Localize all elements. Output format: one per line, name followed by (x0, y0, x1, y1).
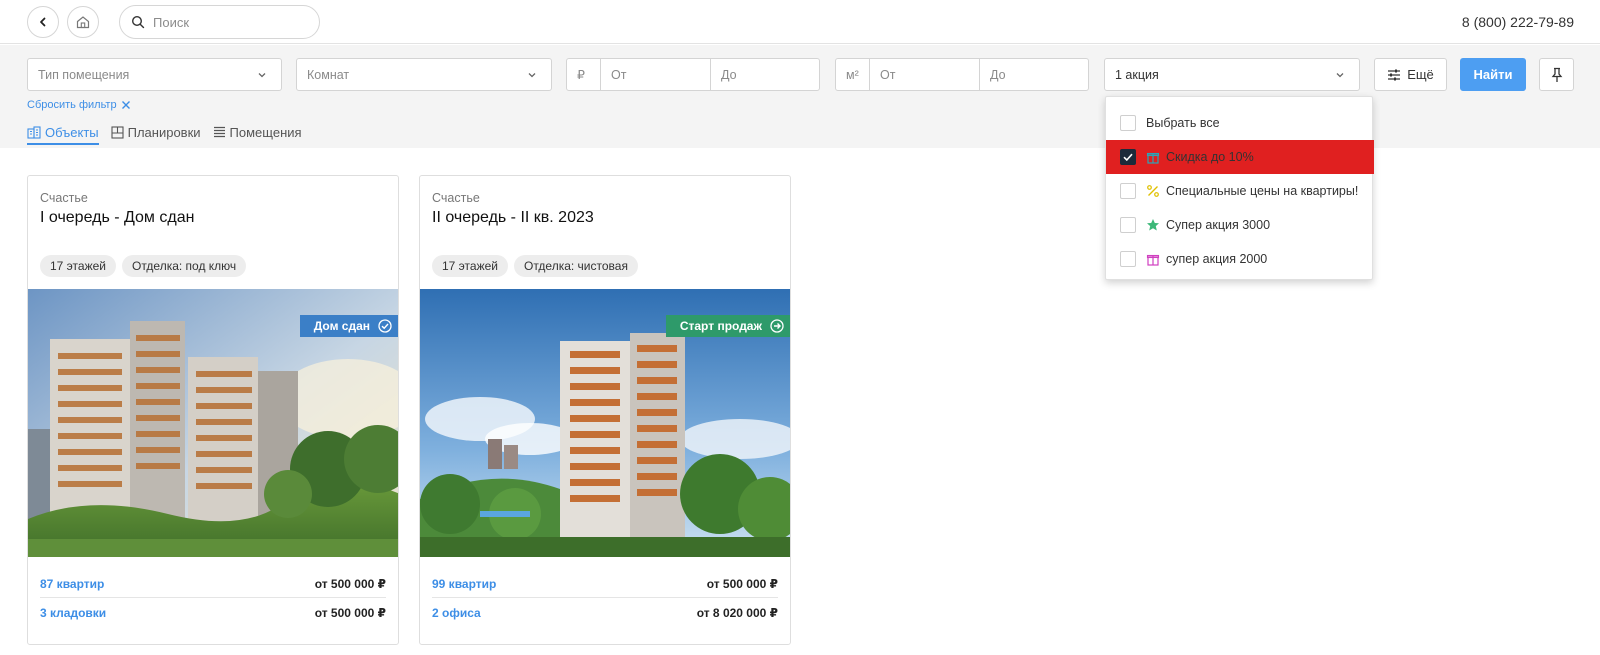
dropdown-option-super-2000[interactable]: супер акция 2000 (1106, 242, 1374, 276)
chip-finish: Отделка: чистовая (513, 255, 638, 277)
search-input[interactable] (153, 14, 303, 30)
close-icon (121, 101, 130, 109)
row-label[interactable]: 99 квартир (432, 577, 496, 591)
row-price: от 500 000 ₽ (314, 576, 386, 591)
chip-finish: Отделка: под ключ (121, 255, 247, 277)
status-badge: Дом сдан (299, 315, 398, 337)
checkbox[interactable] (1120, 115, 1136, 131)
row-price: от 8 020 000 ₽ (696, 606, 778, 620)
top-bar: 8 (800) 222-79-89 (0, 0, 1600, 44)
gift-icon (1146, 252, 1160, 266)
search-box[interactable] (119, 5, 320, 39)
arrow-right-circle-icon (770, 319, 784, 333)
reset-filter-label: Сбросить фильтр (27, 99, 117, 111)
row-label[interactable]: 3 кладовки (40, 606, 106, 620)
card-title[interactable]: I очередь - Дом сдан (40, 209, 194, 227)
dropdown-option-super-3000[interactable]: Супер акция 3000 (1106, 208, 1374, 242)
card-row[interactable]: 87 квартир от 500 000 ₽ (40, 570, 386, 598)
card-chips: 17 этажей Отделка: чистовая (432, 255, 638, 277)
status-badge: Старт продаж (665, 315, 790, 337)
card-subtitle: Счастье (40, 191, 88, 205)
pin-button[interactable] (1539, 58, 1574, 91)
checkbox[interactable] (1120, 217, 1136, 233)
building-icon (27, 126, 41, 139)
promo-dropdown: Выбрать все Скидка до 10% Специальные це… (1105, 96, 1374, 280)
sliders-icon (1388, 69, 1401, 80)
type-select[interactable]: Тип помещения (27, 58, 282, 91)
option-label: Специальные цены на квартиры! (1166, 184, 1359, 198)
object-card-1[interactable]: Счастье I очередь - Дом сдан 17 этажей О… (27, 175, 399, 645)
promo-select[interactable]: 1 акция (1104, 58, 1360, 91)
checkbox[interactable] (1120, 183, 1136, 199)
pin-icon (1551, 67, 1562, 82)
tab-layouts-label: Планировки (127, 124, 201, 140)
home-button[interactable] (67, 6, 99, 38)
area-unit: м² (846, 67, 859, 82)
option-label: Скидка до 10% (1166, 150, 1254, 164)
status-badge-label: Старт продаж (679, 319, 762, 333)
list-icon (213, 126, 225, 138)
area-from-input[interactable]: От (869, 59, 979, 90)
rooms-select[interactable]: Комнат (296, 58, 552, 91)
building-photo[interactable]: Дом сдан (28, 289, 398, 557)
option-label: Супер акция 3000 (1166, 218, 1271, 232)
tab-layouts[interactable]: Планировки (111, 122, 201, 142)
star-icon (1146, 218, 1160, 232)
card-row[interactable]: 99 квартир от 500 000 ₽ (432, 570, 778, 598)
checkbox[interactable] (1120, 251, 1136, 267)
back-button[interactable] (27, 6, 59, 38)
price-from-input[interactable]: От (600, 59, 710, 90)
row-price: от 500 000 ₽ (706, 576, 778, 591)
card-row[interactable]: 2 офиса от 8 020 000 ₽ (432, 599, 778, 627)
row-label[interactable]: 87 квартир (40, 577, 104, 591)
price-to-input[interactable]: До (710, 59, 820, 90)
chevron-down-icon (1336, 73, 1344, 78)
price-unit: ₽ (577, 68, 585, 82)
row-price: от 500 000 ₽ (314, 606, 386, 620)
row-label[interactable]: 2 офиса (432, 606, 481, 620)
check-circle-icon (378, 319, 392, 333)
dropdown-option-select-all[interactable]: Выбрать все (1106, 106, 1374, 140)
area-range: м² От До (835, 58, 1089, 91)
option-label: супер акция 2000 (1166, 252, 1268, 266)
card-row[interactable]: 3 кладовки от 500 000 ₽ (40, 599, 386, 627)
home-icon (76, 16, 90, 29)
option-label: Выбрать все (1146, 116, 1220, 130)
view-tabs: Объекты Планировки Помещения (27, 122, 302, 145)
checkbox-checked[interactable] (1120, 149, 1136, 165)
tab-premises-label: Помещения (229, 124, 302, 140)
building-photo[interactable]: Старт продаж (420, 289, 790, 557)
more-filters-label: Ещё (1407, 67, 1434, 82)
more-filters-button[interactable]: Ещё (1374, 58, 1447, 91)
gift-icon (1146, 150, 1160, 164)
tab-premises[interactable]: Помещения (213, 122, 302, 142)
price-range: ₽ От До (566, 58, 820, 91)
phone-number[interactable]: 8 (800) 222-79-89 (1462, 14, 1574, 30)
reset-filter-link[interactable]: Сбросить фильтр (27, 99, 131, 111)
dropdown-option-discount[interactable]: Скидка до 10% (1106, 140, 1374, 174)
chevron-down-icon (258, 73, 266, 78)
chevron-left-icon (40, 17, 46, 27)
promo-select-value: 1 акция (1115, 67, 1159, 82)
rooms-select-label: Комнат (307, 67, 350, 82)
tab-objects[interactable]: Объекты (27, 122, 99, 145)
chevron-down-icon (528, 73, 536, 78)
type-select-label: Тип помещения (38, 67, 130, 82)
find-button[interactable]: Найти (1460, 58, 1526, 91)
tab-objects-label: Объекты (45, 125, 99, 140)
search-icon (131, 15, 145, 29)
card-title[interactable]: II очередь - II кв. 2023 (432, 209, 594, 227)
percent-icon (1146, 184, 1160, 198)
chip-floors: 17 этажей (40, 255, 116, 277)
dropdown-option-special-prices[interactable]: Специальные цены на квартиры! (1106, 174, 1374, 208)
area-to-input[interactable]: До (979, 59, 1089, 90)
status-badge-label: Дом сдан (313, 319, 370, 333)
card-subtitle: Счастье (432, 191, 480, 205)
chip-floors: 17 этажей (432, 255, 508, 277)
floorplan-icon (111, 125, 124, 139)
object-card-2[interactable]: Счастье II очередь - II кв. 2023 17 этаж… (419, 175, 791, 645)
check-icon (1123, 153, 1133, 162)
card-chips: 17 этажей Отделка: под ключ (40, 255, 247, 277)
